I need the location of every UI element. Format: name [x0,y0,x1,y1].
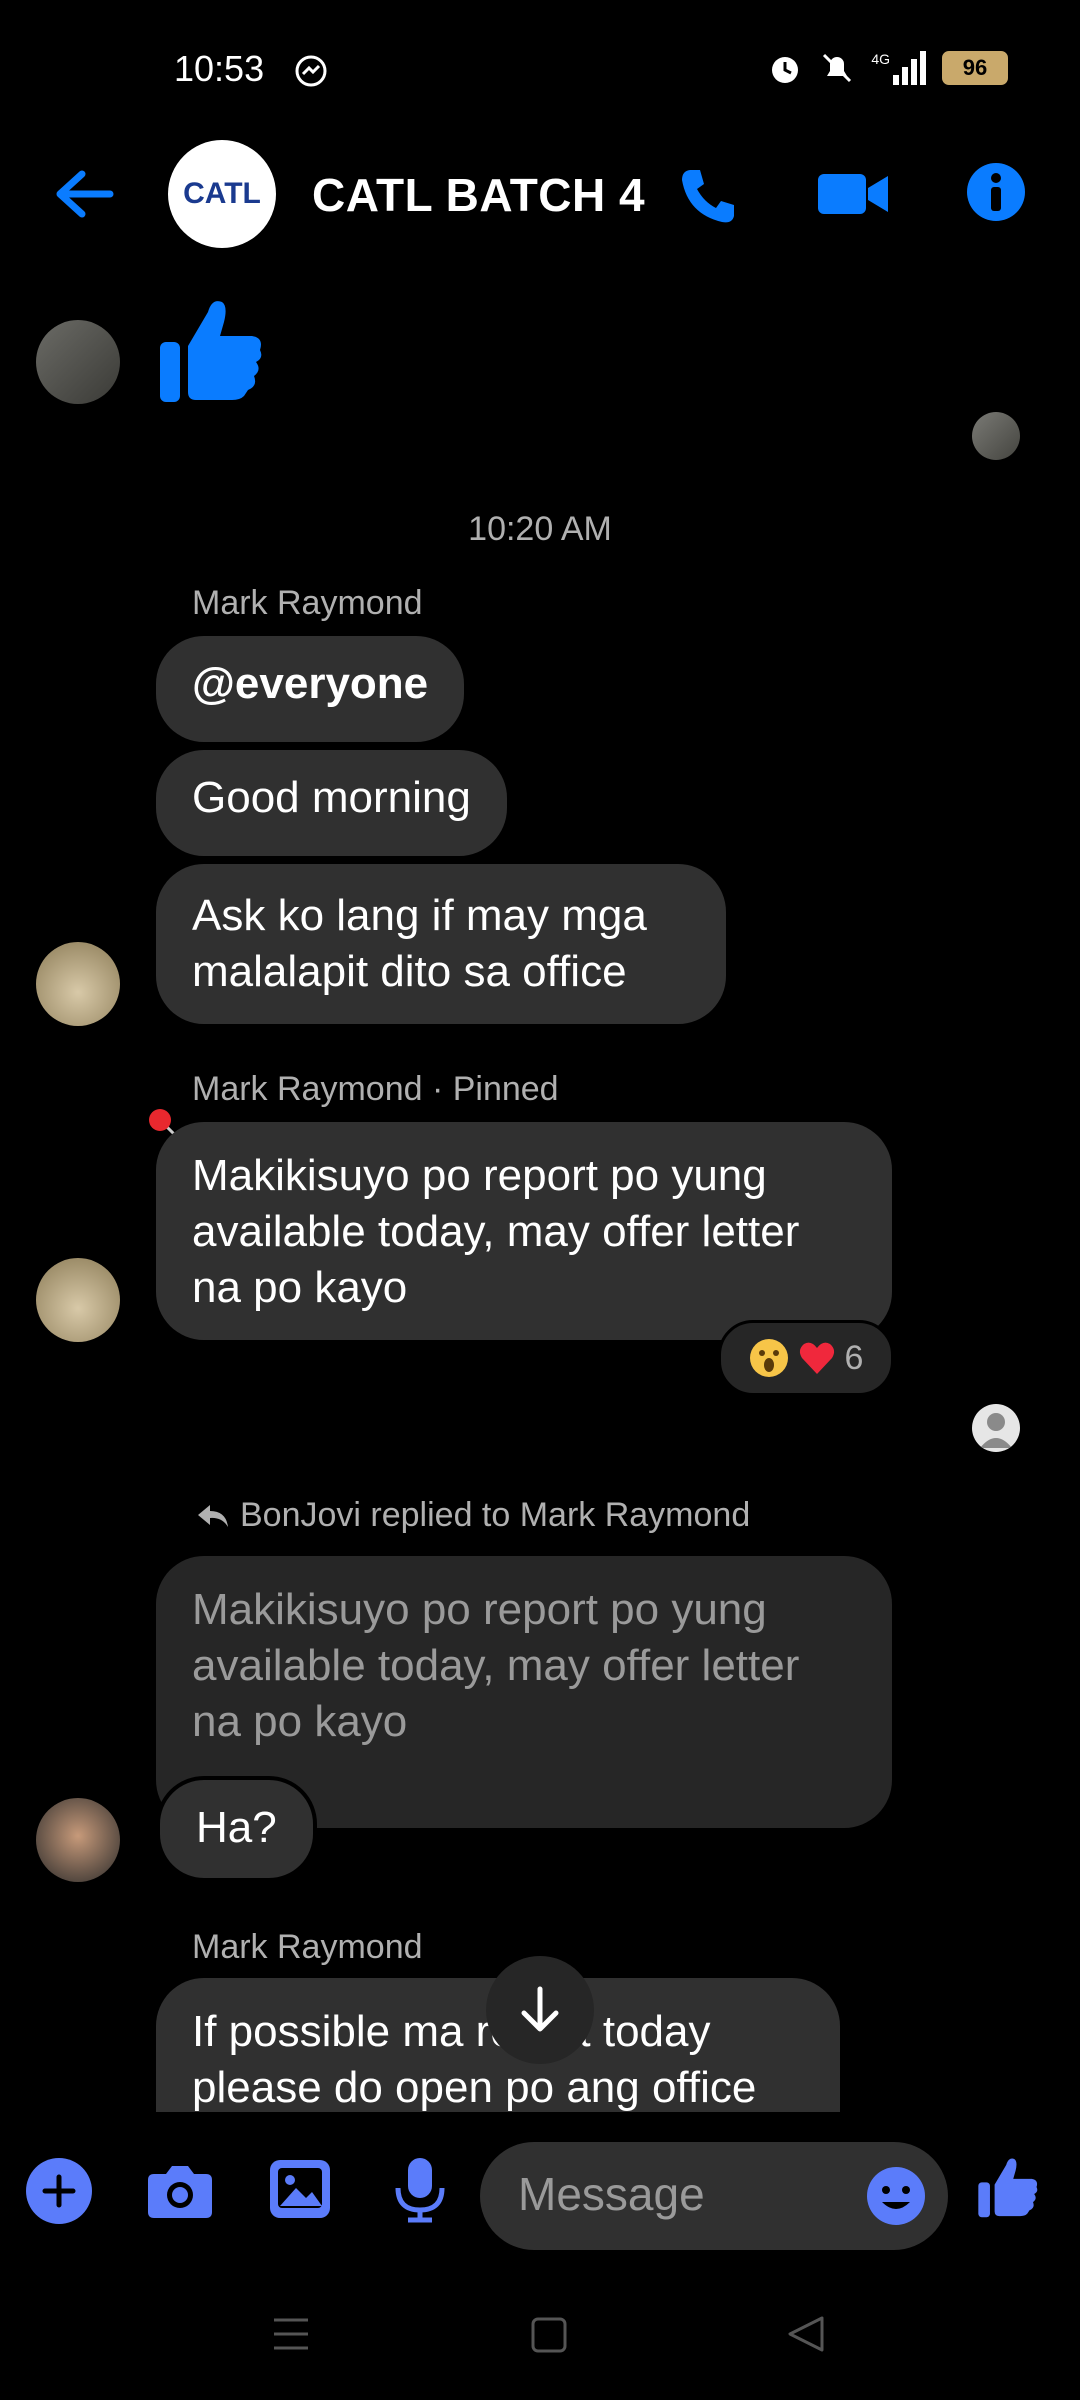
sender-avatar[interactable] [36,942,120,1026]
chat-title[interactable]: CATL BATCH 4 [312,168,645,222]
square-icon [531,2317,567,2353]
voice-call-button[interactable] [676,164,740,233]
sender-avatar[interactable] [36,1258,120,1342]
heart-emoji-icon [799,1342,834,1374]
phone-icon [682,170,734,223]
video-camera-icon [818,174,888,214]
person-icon [980,1413,1012,1448]
thumbs-up-sticker[interactable] [156,294,266,411]
sender-name: Mark Raymond · Pinned [192,1070,559,1108]
image-icon [270,2160,330,2218]
arrow-down-icon [521,1986,559,2032]
reply-label-text: BonJovi replied to Mark Raymond [240,1496,751,1534]
message-bubble[interactable]: Ask ko lang if may mga malalapit dito sa… [156,864,726,1024]
catl-logo: CATL [183,177,261,210]
message-bubble[interactable]: @everyone [156,636,465,742]
scroll-to-bottom-button[interactable] [486,1956,594,2064]
voice-button[interactable] [394,2156,446,2229]
gallery-button[interactable] [268,2158,332,2225]
back-nav-button[interactable] [786,2314,826,2359]
add-button[interactable] [26,2158,92,2224]
info-button[interactable] [966,162,1026,227]
reply-label: BonJovi replied to Mark Raymond [196,1496,750,1535]
menu-icon [274,2318,308,2350]
plus-icon [42,2174,76,2208]
message-bubble[interactable]: Good morning [156,750,507,856]
thumbs-up-icon [978,2158,1038,2218]
read-receipt-avatar [972,1404,1020,1452]
camera-button[interactable] [146,2162,214,2225]
message-bubble[interactable]: Ha? [156,1776,317,1882]
video-call-button[interactable] [816,168,890,225]
info-icon [967,163,1025,221]
sender-name: Mark Raymond [192,1928,423,1966]
messenger-icon [294,54,328,93]
sender-name: Mark Raymond [192,584,423,622]
timestamp: 10:20 AM [468,510,612,548]
group-avatar[interactable]: CATL [168,140,276,248]
sender-avatar[interactable] [36,1798,120,1882]
alarm-icon [772,57,799,83]
sender-avatar[interactable] [36,320,120,404]
read-receipt-avatar [972,412,1020,460]
battery-indicator: 96 [942,51,1008,85]
reaction-count: 6 [844,1338,864,1377]
message-field[interactable] [480,2142,948,2250]
like-button[interactable] [976,2154,1040,2225]
reactions-badge[interactable]: 6 [718,1320,894,1396]
back-button[interactable] [52,168,116,225]
microphone-icon [395,2158,445,2223]
wow-emoji-icon [749,1339,788,1377]
reply-icon [198,1504,228,1527]
camera-icon [148,2166,212,2218]
emoji-icon [867,2167,925,2225]
status-time: 10:53 [174,48,265,89]
message-bubble[interactable]: Makikisuyo po report po yung available t… [156,1122,892,1340]
signal-icon: 4G [871,51,926,85]
menu-nav-button[interactable] [272,2316,310,2357]
thumbs-up-icon [160,301,262,402]
message-input[interactable] [516,2166,850,2222]
triangle-back-icon [788,2316,824,2352]
emoji-button[interactable] [866,2166,926,2231]
mute-icon [823,53,852,83]
home-nav-button[interactable] [530,2316,568,2359]
status-icons: 4G 96 [767,50,1008,86]
